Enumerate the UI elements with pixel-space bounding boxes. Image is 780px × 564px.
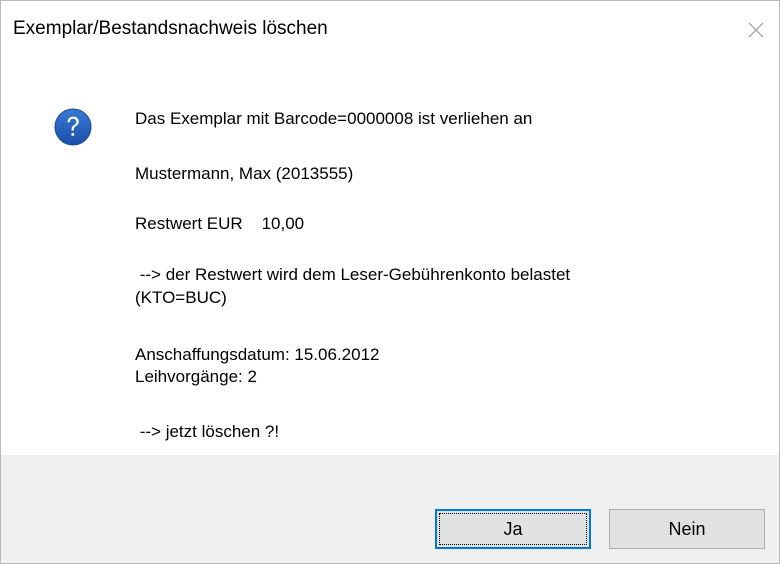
message-acquisition-date-line: Anschaffungsdatum: 15.06.2012 <box>135 345 380 364</box>
message-barcode-line: Das Exemplar mit Barcode=0000008 ist ver… <box>135 109 533 128</box>
delete-confirmation-dialog: Exemplar/Bestandsnachweis löschen Das Ex… <box>0 0 780 564</box>
button-bar: Ja Nein <box>1 455 779 563</box>
title-bar: Exemplar/Bestandsnachweis löschen <box>1 1 779 59</box>
message-loan-count-line: Leihvorgänge: 2 <box>135 367 257 386</box>
message-charge-line: --> der Restwert wird dem Leser-Gebühren… <box>135 265 571 284</box>
no-button-label: Nein <box>668 518 706 539</box>
message-account-line: (KTO=BUC) <box>135 288 227 307</box>
dialog-title: Exemplar/Bestandsnachweis löschen <box>13 18 328 39</box>
close-icon <box>748 22 764 38</box>
message-restwert-line: Restwert EUR 10,00 <box>135 214 305 233</box>
message-area: Das Exemplar mit Barcode=0000008 ist ver… <box>1 59 779 455</box>
message-reader-line: Mustermann, Max (2013555) <box>135 164 354 183</box>
yes-button[interactable]: Ja <box>435 509 591 549</box>
message-question-line: --> jetzt löschen ?! <box>135 422 280 441</box>
question-icon <box>54 108 92 146</box>
no-button[interactable]: Nein <box>609 509 765 549</box>
close-button[interactable] <box>733 1 779 59</box>
yes-button-label: Ja <box>503 518 523 539</box>
